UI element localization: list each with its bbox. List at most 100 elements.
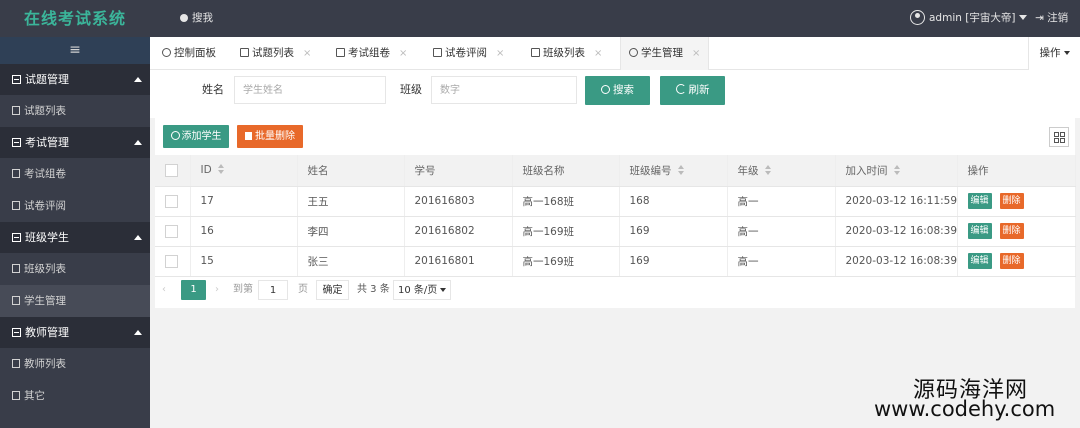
sidebar-item-other[interactable]: 其它: [0, 380, 150, 412]
tab-class-list[interactable]: 班级列表 ×: [531, 37, 602, 70]
about-link[interactable]: 搜我: [180, 0, 213, 37]
caret-up-icon: [134, 77, 142, 82]
tab-dashboard[interactable]: 控制面板: [162, 37, 216, 70]
tab-label: 学生管理: [641, 47, 683, 59]
prev-page-icon[interactable]: ‹: [162, 280, 166, 300]
user-menu[interactable]: admin [宇宙大帝]: [910, 0, 1028, 37]
goto-label: 到第: [233, 284, 253, 295]
tab-operations-dropdown[interactable]: 操作: [1028, 37, 1080, 70]
sidebar-item-exam-compose[interactable]: 考试组卷: [0, 158, 150, 190]
logout-label: 注销: [1047, 12, 1069, 24]
name-label: 姓名: [202, 83, 224, 96]
collapse-box-icon: [12, 328, 21, 337]
sort-icon[interactable]: [677, 164, 685, 175]
column-filter-button[interactable]: [1049, 127, 1069, 147]
copy-icon: [336, 48, 345, 57]
logout-link[interactable]: ⇥ 注销: [1035, 0, 1068, 37]
close-icon[interactable]: ×: [594, 48, 602, 59]
current-page-button[interactable]: 1: [181, 280, 206, 300]
sidebar-toggle-icon[interactable]: ≡: [0, 37, 150, 64]
tab-question-list[interactable]: 试题列表 ×: [240, 37, 311, 70]
sidebar-item-question-list[interactable]: 试题列表: [0, 95, 150, 127]
page-size-select[interactable]: 10 条/页: [393, 280, 451, 300]
cell-class-no: 169: [619, 216, 728, 247]
edit-button[interactable]: 编辑: [967, 223, 992, 239]
class-label: 班级: [400, 83, 422, 96]
tab-bar: 控制面板 试题列表 × 考试组卷 × 试卷评阅 × 班级列表 × 学生管理 ×: [150, 37, 1080, 70]
header-grade[interactable]: 年级: [727, 155, 836, 187]
row-checkbox-cell: [155, 246, 191, 277]
about-label: 搜我: [192, 12, 213, 24]
search-button[interactable]: 搜索: [585, 76, 650, 105]
refresh-button[interactable]: 刷新: [660, 76, 725, 105]
page-number-input[interactable]: 1: [258, 280, 288, 300]
collapse-box-icon: [12, 138, 21, 147]
edit-button[interactable]: 编辑: [967, 253, 992, 269]
row-checkbox[interactable]: [165, 224, 178, 238]
header-class-no[interactable]: 班级编号: [619, 155, 728, 187]
name-input[interactable]: [234, 76, 386, 104]
sidebar-item-teacher-list[interactable]: 教师列表: [0, 348, 150, 380]
row-checkbox[interactable]: [165, 254, 178, 268]
copy-icon: [12, 169, 20, 178]
sidebar-group-label: 试题管理: [25, 73, 69, 86]
sort-icon[interactable]: [764, 164, 772, 175]
next-page-icon[interactable]: ›: [215, 280, 219, 300]
document-icon: [240, 48, 249, 57]
goto-confirm-button[interactable]: 确定: [316, 280, 349, 300]
close-icon[interactable]: ×: [496, 48, 504, 59]
user-icon: [12, 296, 20, 305]
id-card-icon: [12, 264, 20, 273]
row-checkbox[interactable]: [165, 194, 178, 208]
cell-student-no: 201616803: [404, 186, 513, 217]
plus-circle-icon: [170, 131, 180, 140]
tab-student-manage[interactable]: 学生管理 ×: [620, 37, 710, 70]
chevron-down-icon: [1019, 15, 1028, 20]
add-student-button[interactable]: 添加学生: [163, 125, 229, 148]
cell-id: 15: [190, 246, 298, 277]
sidebar-group-questions[interactable]: 试题管理: [0, 64, 150, 95]
sort-icon[interactable]: [217, 164, 225, 175]
trash-icon: [245, 132, 252, 140]
sidebar-group-classes[interactable]: 班级学生: [0, 222, 150, 253]
sidebar-item-class-list[interactable]: 班级列表: [0, 253, 150, 285]
search-icon: [601, 85, 610, 94]
row-checkbox-cell: [155, 216, 191, 247]
header-join-time[interactable]: 加入时间: [835, 155, 958, 187]
sidebar-group-label: 教师管理: [25, 326, 69, 339]
header-id[interactable]: ID: [190, 155, 298, 187]
class-input[interactable]: [431, 76, 577, 104]
tab-exam-compose[interactable]: 考试组卷 ×: [336, 37, 407, 70]
cell-grade: 高一: [727, 246, 836, 277]
tab-paper-review[interactable]: 试卷评阅 ×: [433, 37, 504, 70]
edit-button[interactable]: 编辑: [967, 193, 992, 209]
delete-button[interactable]: 删除: [999, 193, 1024, 209]
sidebar-item-student-manage[interactable]: 学生管理: [0, 285, 150, 317]
cell-join-time: 2020-03-12 16:08:39: [835, 216, 958, 247]
select-all-checkbox[interactable]: [165, 163, 178, 177]
id-card-icon: [531, 48, 540, 57]
total-count: 共 3 条: [357, 284, 390, 295]
cell-join-time: 2020-03-12 16:08:39: [835, 246, 958, 277]
caret-up-icon: [134, 235, 142, 240]
cell-class-name: 高一168班: [512, 186, 620, 217]
batch-delete-label: 批量删除: [255, 131, 295, 142]
delete-button[interactable]: 删除: [999, 253, 1024, 269]
table-row: 15 张三 201616801 高一169班 169 高一 2020-03-12…: [155, 246, 1076, 277]
delete-button[interactable]: 删除: [999, 223, 1024, 239]
batch-delete-button[interactable]: 批量删除: [237, 125, 303, 148]
close-icon[interactable]: ×: [399, 48, 407, 59]
search-button-label: 搜索: [613, 84, 634, 96]
sidebar-item-paper-review[interactable]: 试卷评阅: [0, 190, 150, 222]
close-icon[interactable]: ×: [303, 48, 311, 59]
sort-icon[interactable]: [893, 164, 901, 175]
sidebar: ≡ 试题管理 试题列表 考试管理 考试组卷 试卷评阅 班级学生 班级列表 学生管…: [0, 37, 150, 428]
close-icon[interactable]: ×: [692, 48, 700, 59]
caret-up-icon: [134, 140, 142, 145]
app-logo[interactable]: 在线考试系统: [0, 0, 150, 37]
header-label: 加入时间: [845, 164, 888, 177]
cell-student-no: 201616801: [404, 246, 513, 277]
chevron-down-icon: [1063, 51, 1070, 55]
sidebar-group-teachers[interactable]: 教师管理: [0, 317, 150, 348]
sidebar-group-exams[interactable]: 考试管理: [0, 127, 150, 158]
